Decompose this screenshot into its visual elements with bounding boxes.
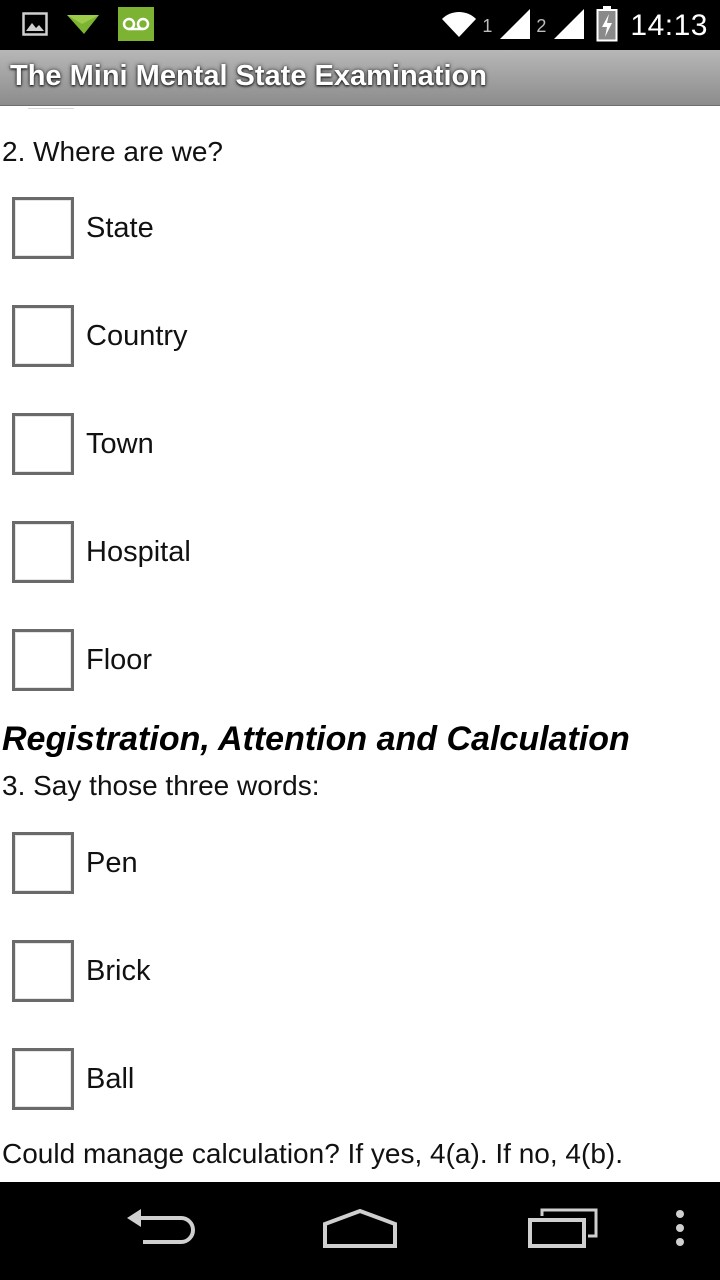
recent-apps-icon — [526, 1208, 598, 1253]
status-bar: 1 2 14:13 — [0, 0, 720, 50]
question-3: 3. Say those three words: — [2, 770, 320, 801]
option-label: Town — [86, 427, 154, 460]
system-indicators: 1 2 14:13 — [434, 5, 708, 47]
question-2: 2. Where are we? — [2, 136, 223, 167]
checkbox-state[interactable] — [12, 197, 74, 259]
option-label: Country — [86, 319, 188, 352]
checkbox-brick[interactable] — [12, 940, 74, 1002]
voicemail-icon — [118, 6, 154, 46]
back-button[interactable] — [105, 1200, 215, 1260]
option-label: Ball — [86, 1062, 135, 1095]
image-icon — [22, 11, 48, 41]
app-title-bar: The Mini Mental State Examination — [0, 50, 720, 106]
checkbox-pen[interactable] — [12, 832, 74, 894]
home-button[interactable] — [305, 1200, 415, 1260]
overflow-menu-button[interactable] — [652, 1200, 708, 1260]
sim1-label: 1 — [482, 15, 493, 36]
option-label: Pen — [86, 846, 138, 879]
notification-icons — [22, 6, 172, 42]
signal-icon — [498, 8, 532, 45]
app-title: The Mini Mental State Examination — [10, 60, 487, 92]
option-floor[interactable]: Floor — [12, 628, 712, 692]
home-icon — [322, 1208, 398, 1253]
option-label: Brick — [86, 954, 151, 987]
option-label: State — [86, 211, 154, 244]
form-content[interactable]: 2. Where are we? State Country Town Hosp… — [0, 106, 720, 1182]
option-ball[interactable]: Ball — [12, 1047, 712, 1111]
option-brick[interactable]: Brick — [12, 939, 712, 1003]
option-label: Floor — [86, 643, 153, 676]
wifi-icon — [440, 9, 478, 44]
more-vert-icon — [674, 1209, 686, 1251]
sim2-label: 2 — [536, 15, 547, 36]
signal-icon — [552, 8, 586, 45]
option-pen[interactable]: Pen — [12, 831, 712, 895]
checkbox-town[interactable] — [12, 413, 74, 475]
checkbox-floor[interactable] — [12, 629, 74, 691]
checkbox-hospital[interactable] — [12, 521, 74, 583]
checkbox-ball[interactable] — [12, 1048, 74, 1110]
option-hospital[interactable]: Hospital — [12, 520, 712, 584]
recent-apps-button[interactable] — [507, 1200, 617, 1260]
section-heading: Registration, Attention and Calculation — [2, 720, 630, 758]
scroll-edge — [28, 106, 74, 109]
navigation-bar — [0, 1182, 720, 1280]
back-arrow-icon — [125, 1208, 195, 1253]
battery-icon — [596, 5, 618, 47]
option-country[interactable]: Country — [12, 304, 712, 368]
option-town[interactable]: Town — [12, 412, 712, 476]
send-icon — [66, 12, 100, 41]
clock: 14:13 — [630, 9, 708, 42]
option-state[interactable]: State — [12, 196, 712, 260]
option-label: Hospital — [86, 535, 191, 568]
calculation-note: Could manage calculation? If yes, 4(a). … — [2, 1138, 623, 1169]
checkbox-country[interactable] — [12, 305, 74, 367]
